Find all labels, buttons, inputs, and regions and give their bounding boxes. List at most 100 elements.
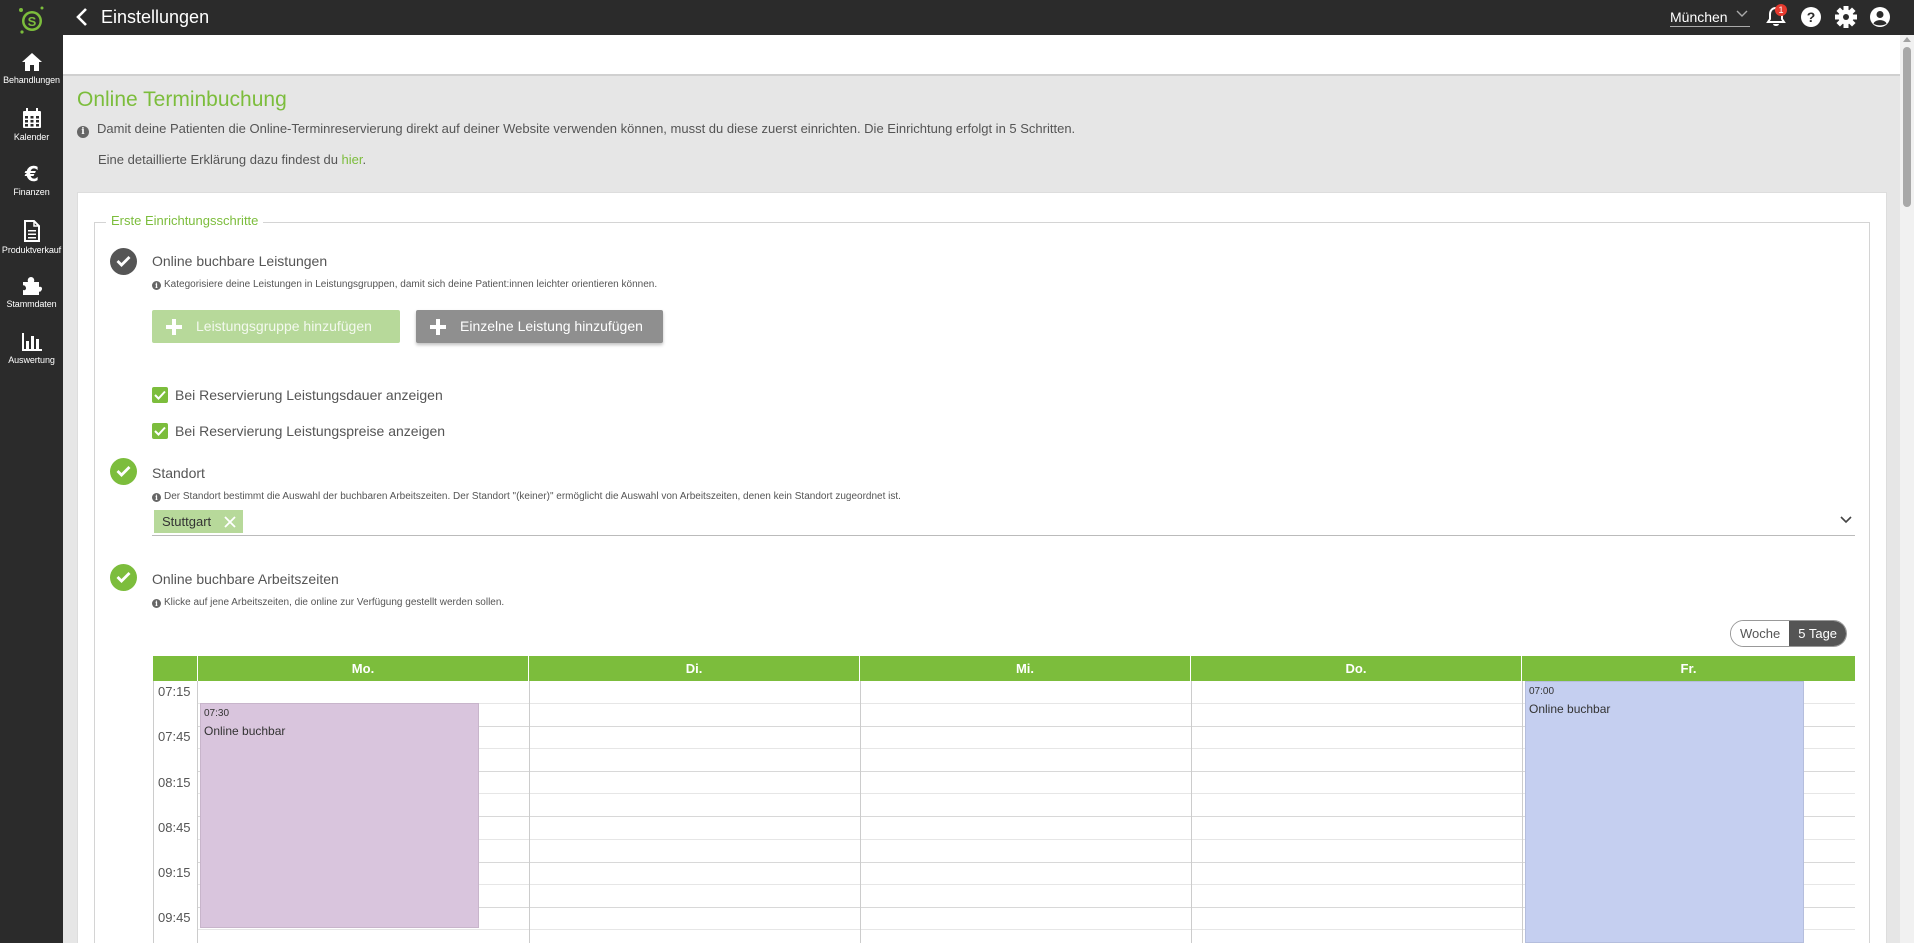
day-header-mo: Mo. xyxy=(197,656,528,681)
step-1-check-icon xyxy=(110,248,137,275)
show-price-label: Bei Reservierung Leistungspreise anzeige… xyxy=(175,423,446,439)
info-icon: i xyxy=(152,281,161,290)
day-header-di: Di. xyxy=(528,656,859,681)
sidebar-item-label: Auswertung xyxy=(8,355,55,365)
step-3-check-icon xyxy=(110,564,137,591)
home-icon xyxy=(21,53,42,71)
help-button[interactable]: ? xyxy=(1800,6,1822,28)
svg-text:?: ? xyxy=(1807,9,1816,25)
view-option-5-days[interactable]: 5 Tage xyxy=(1789,621,1847,646)
add-single-service-label: Einzelne Leistung hinzufügen xyxy=(460,318,643,334)
info-icon: i xyxy=(77,126,89,138)
sidebar-item-label: Behandlungen xyxy=(3,75,60,85)
gear-icon xyxy=(1835,6,1857,28)
sidebar: S Behandlungen Kalender € Finanzen Produ… xyxy=(0,0,63,943)
sidebar-item-auswertung[interactable]: Auswertung xyxy=(0,332,63,388)
account-button[interactable] xyxy=(1869,6,1891,28)
step-1-hint: i Kategorisiere deine Leistungen in Leist… xyxy=(152,279,657,290)
sidebar-item-finanzen[interactable]: € Finanzen xyxy=(0,164,63,220)
sidebar-item-behandlungen[interactable]: Behandlungen xyxy=(0,52,63,108)
location-select[interactable]: München xyxy=(1670,7,1750,27)
page-title: Online Terminbuchung xyxy=(77,88,287,111)
show-duration-checkbox[interactable] xyxy=(152,387,168,403)
day-divider xyxy=(1191,681,1192,943)
working-hours-calendar: Mo. Di. Mi. Do. Fr. 07:15 07:45 08:15 08… xyxy=(153,656,1855,943)
time-column: 07:15 07:45 08:15 08:45 09:15 09:45 xyxy=(154,681,198,943)
info-icon: i xyxy=(152,493,161,502)
time-label: 09:45 xyxy=(158,910,191,925)
time-label: 07:45 xyxy=(158,729,191,744)
show-duration-label: Bei Reservierung Leistungsdauer anzeigen xyxy=(175,387,443,403)
help-icon: ? xyxy=(1801,7,1821,27)
event-label: Online buchbar xyxy=(1529,702,1611,716)
step-2-title: Standort xyxy=(152,465,205,481)
vertical-scrollbar[interactable] xyxy=(1900,35,1914,943)
time-label: 08:15 xyxy=(158,775,191,790)
document-icon xyxy=(23,220,40,242)
back-button[interactable] xyxy=(73,7,93,27)
sidebar-item-label: Kalender xyxy=(13,132,50,142)
sidebar-item-label: Produktverkauf xyxy=(1,245,62,255)
chevron-down-icon[interactable] xyxy=(1840,516,1852,524)
show-duration-option: Bei Reservierung Leistungsdauer anzeigen xyxy=(152,387,443,403)
scroll-up-arrow-icon[interactable] xyxy=(1903,37,1911,42)
day-header-fr: Fr. xyxy=(1521,656,1855,681)
toolbar-area xyxy=(63,35,1900,76)
location-tag-label: Stuttgart xyxy=(162,514,212,529)
calendar-icon xyxy=(22,108,41,128)
step-3-hint: i Klicke auf jene Arbeitszeiten, die onli… xyxy=(152,597,504,608)
event-start-time: 07:30 xyxy=(204,708,230,719)
help-text: Eine detaillierte Erklärung dazu findest… xyxy=(98,152,366,167)
show-price-option: Bei Reservierung Leistungspreise anzeige… xyxy=(152,423,445,439)
close-icon[interactable] xyxy=(224,516,236,528)
chevron-left-icon xyxy=(76,8,87,26)
location-tag: Stuttgart xyxy=(154,510,244,533)
step-3-title: Online buchbare Arbeitszeiten xyxy=(152,571,339,587)
location-multiselect[interactable]: Stuttgart xyxy=(152,508,1855,536)
user-icon xyxy=(1870,7,1890,27)
step-1-title: Online buchbare Leistungen xyxy=(152,253,328,269)
show-price-checkbox[interactable] xyxy=(152,423,168,439)
intro-text-content: Damit deine Patienten die Online-Terminr… xyxy=(97,121,1076,136)
add-single-service-button[interactable]: Einzelne Leistung hinzufügen xyxy=(416,310,663,343)
add-service-group-button[interactable]: Leistungsgruppe hinzufügen xyxy=(152,310,400,343)
sidebar-item-label: Stammdaten xyxy=(6,299,57,309)
calendar-grid: 07:15 07:45 08:15 08:45 09:15 09:45 07:3… xyxy=(153,681,1855,943)
calendar-header: Mo. Di. Mi. Do. Fr. xyxy=(153,656,1855,681)
sidebar-item-produktverkauf[interactable]: Produktverkauf xyxy=(0,220,63,276)
puzzle-icon xyxy=(22,277,42,295)
help-text-prefix: Eine detaillierte Erklärung dazu findest… xyxy=(98,152,342,167)
step-2-check-icon xyxy=(110,458,137,485)
scroll-thumb[interactable] xyxy=(1903,47,1911,207)
euro-icon: € xyxy=(24,164,39,184)
day-header-do: Do. xyxy=(1190,656,1521,681)
chevron-down-icon xyxy=(1736,10,1748,17)
day-divider xyxy=(529,681,530,943)
help-link[interactable]: hier xyxy=(342,152,363,167)
svg-text:€: € xyxy=(24,164,39,184)
event-label: Online buchbar xyxy=(204,724,286,738)
page-header-title: Einstellungen xyxy=(101,7,210,27)
working-hours-event-fr[interactable]: 07:00 Online buchbar xyxy=(1525,681,1804,943)
bar-chart-icon xyxy=(21,333,42,351)
working-hours-event-mo[interactable]: 07:30 Online buchbar xyxy=(200,703,479,928)
day-divider xyxy=(860,681,861,943)
view-option-week[interactable]: Woche xyxy=(1731,621,1790,646)
step-3-hint-text: Klicke auf jene Arbeitszeiten, die onlin… xyxy=(164,597,505,608)
add-service-group-label: Leistungsgruppe hinzufügen xyxy=(196,318,372,334)
plus-icon xyxy=(166,319,182,335)
svg-text:S: S xyxy=(28,14,37,29)
step-2-hint-text: Der Standort bestimmt die Auswahl der bu… xyxy=(164,491,901,502)
step-1-hint-text: Kategorisiere deine Leistungen in Leistu… xyxy=(164,279,658,290)
plus-icon xyxy=(430,319,446,335)
sidebar-item-label: Finanzen xyxy=(13,187,50,197)
day-header-mi: Mi. xyxy=(859,656,1190,681)
sidebar-item-kalender[interactable]: Kalender xyxy=(0,108,63,164)
app-logo[interactable]: S xyxy=(14,4,46,34)
help-text-suffix: . xyxy=(362,152,367,167)
sidebar-item-stammdaten[interactable]: Stammdaten xyxy=(0,276,63,332)
day-divider xyxy=(1522,681,1523,943)
intro-text: i Damit deine Patienten die Online-Termin… xyxy=(77,121,1075,138)
time-label: 07:15 xyxy=(158,684,191,699)
settings-button[interactable] xyxy=(1835,6,1857,28)
